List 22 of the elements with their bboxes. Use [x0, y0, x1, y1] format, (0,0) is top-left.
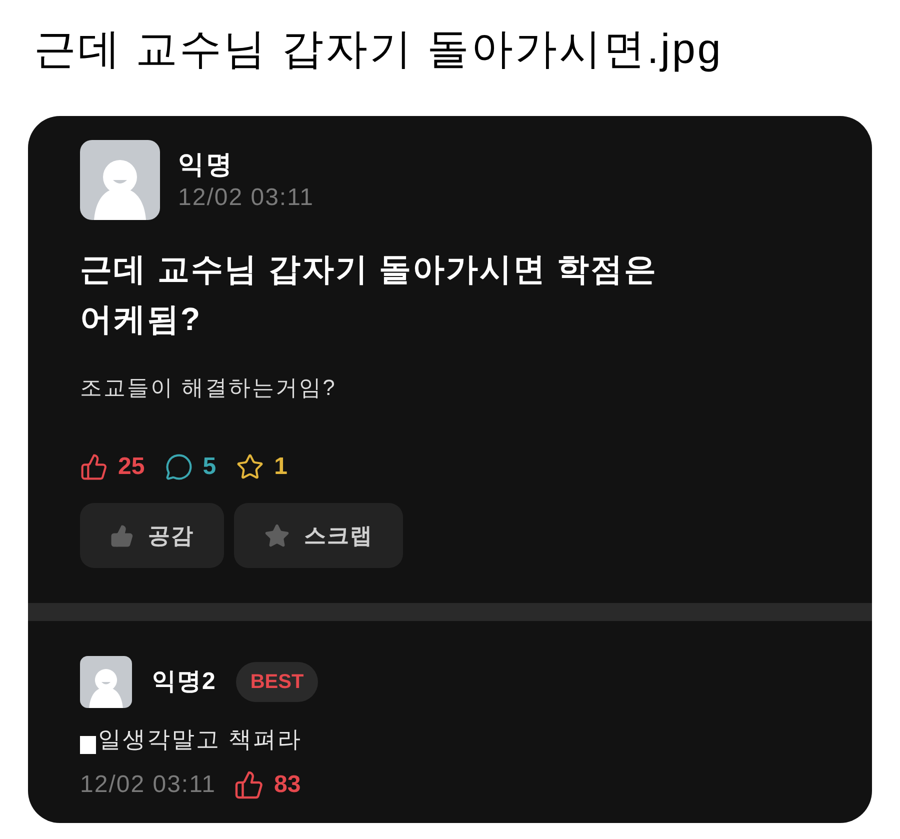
stat-count: 1 — [274, 453, 288, 481]
stat-count: 5 — [202, 453, 216, 481]
action-label: 공감 — [148, 522, 194, 550]
star-icon — [264, 522, 290, 548]
comment-time: 12/02 03:11 — [80, 770, 216, 800]
avatar-icon — [80, 140, 160, 220]
thumbs-up-icon — [110, 524, 134, 548]
thumbs-up-icon — [234, 770, 264, 800]
post-title: 근데 교수님 갑자기 돌아가시면 학점은 어케됨? — [80, 250, 659, 339]
best-badge: BEST — [236, 662, 318, 702]
action-button[interactable]: 공감 — [80, 503, 224, 568]
comment-text: 일생각말고 책펴라 — [98, 725, 302, 754]
stat-count: 25 — [118, 453, 145, 481]
post-body: 조교들이 해결하는거임? — [80, 374, 338, 402]
action-button[interactable]: 스크랩 — [234, 503, 403, 568]
post-time: 12/02 03:11 — [178, 184, 314, 212]
comment-author: 익명2 — [152, 667, 216, 697]
avatar-icon — [80, 656, 132, 708]
page-title: 근데 교수님 갑자기 돌아가시면.jpg — [34, 24, 723, 74]
action-label: 스크랩 — [304, 522, 373, 550]
author-name: 익명 — [178, 148, 235, 180]
like-count: 83 — [274, 771, 301, 799]
